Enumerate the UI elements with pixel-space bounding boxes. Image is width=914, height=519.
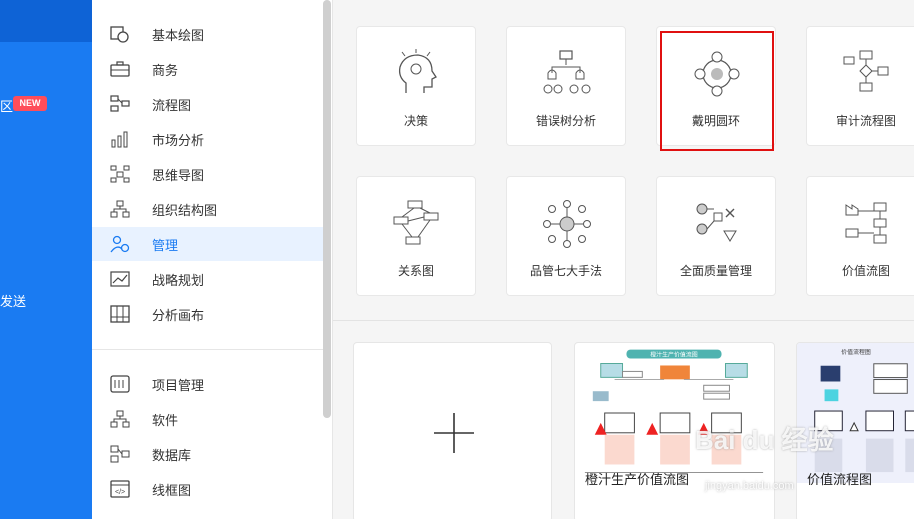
sidebar-item-label: 管理 (152, 237, 179, 253)
baidu-watermark: Bai du 经验 (695, 425, 834, 455)
thumb-title: 橙汁生产价值流图 (650, 351, 698, 359)
sidebar-item-7[interactable]: 管理 (92, 227, 323, 261)
rail-item-send[interactable]: 发送 (0, 291, 26, 310)
plus-icon (434, 413, 474, 453)
briefcase-icon (110, 61, 130, 77)
template-card-4[interactable]: 审计流程图 (806, 26, 914, 146)
sidebar-item-12[interactable]: 数据库 (92, 437, 323, 471)
category-sidebar: 基本绘图商务流程图市场分析思维导图组织结构图管理战略规划分析画布项目管理软件数据… (92, 0, 333, 519)
new-badge: NEW (13, 96, 47, 111)
template-label: 品管七大手法 (529, 264, 602, 278)
sidebar-item-13[interactable]: </> 线框图 (92, 472, 323, 506)
flowchart-icon (110, 95, 130, 112)
rail-item-cut[interactable]: 区 (0, 96, 13, 115)
basic-shapes-icon (110, 26, 129, 43)
sidebar-item-label: 项目管理 (152, 377, 205, 393)
sidebar-item-label: 线框图 (152, 482, 192, 498)
template-label: 审计流程图 (835, 114, 896, 128)
relation-diagram-icon (393, 200, 439, 245)
sidebar-item-6[interactable]: 组织结构图 (92, 192, 323, 226)
template-card-1[interactable]: 决策 (356, 26, 476, 146)
sidebar-item-10[interactable]: 项目管理 (92, 367, 323, 401)
orange-juice-vsm-thumbnail: 橙汁生产价值流图 (584, 349, 764, 473)
sidebar-item-11[interactable]: 软件 (92, 402, 323, 436)
sidebar-item-label: 战略规划 (152, 272, 205, 288)
sidebar-item-label: 分析画布 (152, 307, 205, 323)
section-divider (333, 320, 914, 321)
template-label: 关系图 (397, 264, 434, 278)
sidebar-item-label: 基本绘图 (152, 27, 205, 43)
template-label: 错误树分析 (535, 114, 596, 128)
canvas-grid-icon (110, 305, 130, 323)
sidebar-item-label: 组织结构图 (152, 202, 218, 218)
head-decision-icon (398, 49, 437, 93)
sidebar-item-9[interactable]: 分析画布 (92, 297, 323, 331)
sidebar-item-5[interactable]: 思维导图 (92, 157, 323, 191)
hub-spoke-icon (543, 200, 591, 248)
sidebar-item-4[interactable]: 市场分析 (92, 122, 323, 156)
value-stream-icon (845, 202, 887, 244)
template-label: 价值流图 (841, 264, 890, 278)
sidebar-divider (92, 349, 323, 350)
sidebar-item-8[interactable]: 战略规划 (92, 262, 323, 296)
example-label: 橙汁生产价值流图 (585, 472, 690, 487)
trend-chart-icon (110, 271, 130, 287)
svg-text:</>: </> (115, 489, 125, 496)
template-label: 决策 (403, 114, 428, 128)
blank-template-card[interactable] (353, 342, 552, 519)
mindmap-icon (110, 165, 130, 183)
rail-active-item[interactable] (0, 0, 92, 42)
value-stream-thumbnail: 价值流程图 (797, 343, 914, 483)
template-card-7[interactable]: 全面质量管理 (656, 176, 776, 296)
sidebar-item-label: 商务 (152, 62, 179, 78)
bar-chart-icon (111, 131, 128, 148)
tqm-icon (696, 203, 737, 242)
fault-tree-icon (543, 50, 591, 94)
sidebar-item-1[interactable]: 基本绘图 (92, 17, 323, 51)
sidebar-scrollbar[interactable] (323, 0, 331, 418)
app-left-rail: 区 NEW 发送 (0, 0, 92, 519)
sidebar-item-3[interactable]: 流程图 (92, 87, 323, 121)
org-chart-icon (110, 200, 130, 218)
template-card-6[interactable]: 品管七大手法 (506, 176, 626, 296)
database-icon (110, 445, 130, 463)
example-label: 价值流程图 (807, 472, 873, 487)
template-card-5[interactable]: 关系图 (356, 176, 476, 296)
sidebar-item-2[interactable]: 商务 (92, 52, 323, 86)
sidebar-item-label: 思维导图 (152, 167, 205, 183)
software-tree-icon (110, 410, 130, 428)
baidu-watermark-url: jingyan.baidu.com (705, 480, 794, 492)
sidebar-item-label: 市场分析 (152, 132, 205, 148)
sidebar-item-label: 数据库 (152, 447, 192, 463)
people-gear-icon (110, 235, 130, 253)
template-card-8[interactable]: 价值流图 (806, 176, 914, 296)
sidebar-item-label: 流程图 (152, 97, 192, 113)
gantt-icon (110, 375, 130, 393)
template-label: 全面质量管理 (679, 264, 752, 278)
thumb-title-2: 价值流程图 (841, 348, 871, 356)
highlight-box (660, 31, 774, 151)
wireframe-icon: </> (110, 480, 130, 498)
template-card-2[interactable]: 错误树分析 (506, 26, 626, 146)
sidebar-item-label: 软件 (152, 412, 179, 428)
audit-flow-icon (843, 50, 889, 92)
